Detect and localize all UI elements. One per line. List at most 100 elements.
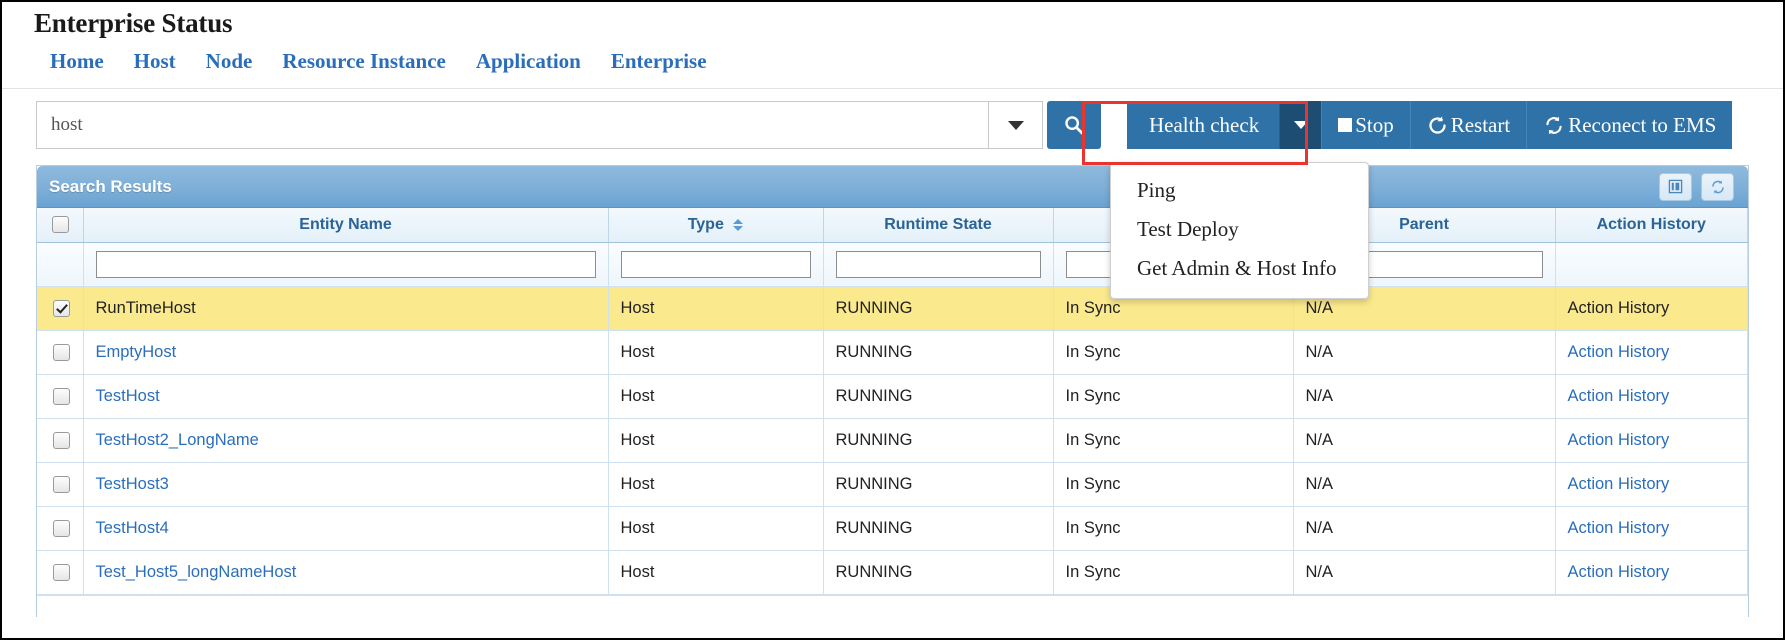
app-window: Enterprise Status Home Host Node Resourc…	[0, 0, 1785, 640]
action-history-text: Action History	[1567, 298, 1670, 317]
refresh-button[interactable]	[1701, 172, 1734, 201]
column-header-action-history[interactable]: Action History	[1555, 208, 1748, 243]
cell-type: Host	[608, 330, 824, 375]
cell-type: Host	[608, 550, 824, 595]
row-select-checkbox[interactable]	[53, 387, 70, 405]
row-checkbox-cell	[37, 286, 84, 331]
cell-entity-name: Test_Host5_longNameHost	[83, 550, 609, 595]
search-results-title: Search Results	[49, 176, 172, 196]
row-select-checkbox[interactable]	[53, 563, 70, 581]
nav-item-application[interactable]: Application	[476, 49, 611, 74]
search-icon	[1065, 116, 1084, 135]
dropdown-item-ping[interactable]: Ping	[1111, 171, 1368, 210]
dropdown-item-get-admin-host-info[interactable]: Get Admin & Host Info	[1111, 249, 1368, 288]
panel-tool-buttons	[1659, 172, 1734, 201]
caret-down-icon	[1293, 121, 1308, 129]
cell-parent: N/A	[1293, 462, 1556, 507]
stop-button[interactable]: Stop	[1321, 101, 1410, 149]
row-select-checkbox[interactable]	[53, 343, 70, 361]
cell-sync-state: In Sync	[1053, 506, 1294, 551]
cell-type: Host	[608, 418, 824, 463]
table-row[interactable]: TestHost4 Host RUNNING In Sync N/A Action His…	[37, 506, 1748, 551]
column-header-type[interactable]: Type	[608, 208, 824, 243]
filter-cell-checkbox	[37, 242, 84, 287]
row-select-checkbox[interactable]	[53, 431, 70, 449]
action-history-link[interactable]: Action History	[1568, 475, 1670, 493]
stop-square-icon	[1338, 118, 1353, 132]
cell-parent: N/A	[1293, 506, 1556, 551]
cell-type: Host	[608, 506, 824, 551]
cell-sync-state: In Sync	[1053, 462, 1294, 507]
nav-item-enterprise[interactable]: Enterprise	[611, 49, 737, 74]
nav-item-resource-instance[interactable]: Resource Instance	[282, 49, 476, 74]
cell-action-history: Action History	[1555, 286, 1748, 331]
cell-sync-state: In Sync	[1053, 550, 1294, 595]
reconnect-to-ems-button[interactable]: Reconect to EMS	[1526, 101, 1733, 149]
cell-parent: N/A	[1293, 550, 1556, 595]
column-header-entity-name[interactable]: Entity Name	[83, 208, 609, 243]
cell-entity-name: TestHost2_LongName	[83, 418, 609, 463]
nav-item-host[interactable]: Host	[134, 49, 206, 74]
table-row[interactable]: RunTimeHost Host RUNNING In Sync N/A Action H…	[37, 286, 1748, 331]
search-button[interactable]	[1047, 101, 1101, 149]
action-history-link[interactable]: Action History	[1568, 387, 1670, 405]
column-header-runtime-state[interactable]: Runtime State	[823, 208, 1054, 243]
search-results-header: Search Results	[37, 166, 1748, 208]
cell-action-history: Action History	[1555, 506, 1748, 551]
chevron-down-icon	[1007, 120, 1024, 130]
cell-runtime-state: RUNNING	[823, 506, 1054, 551]
entity-name-text: RunTimeHost	[95, 298, 196, 317]
cell-runtime-state: RUNNING	[823, 418, 1054, 463]
entity-name-link[interactable]: EmptyHost	[96, 343, 177, 361]
table-row[interactable]: TestHost Host RUNNING In Sync N/A Action Hist…	[37, 374, 1748, 419]
nav-item-node[interactable]: Node	[206, 49, 283, 74]
health-check-dropdown-toggle[interactable]	[1279, 101, 1322, 149]
filter-cell-entity-name	[83, 242, 609, 287]
entity-name-link[interactable]: TestHost2_LongName	[96, 431, 259, 449]
restart-button[interactable]: Restart	[1409, 101, 1527, 149]
table-empty-filler	[37, 594, 1748, 638]
cell-type: Host	[608, 286, 824, 331]
row-select-checkbox[interactable]	[53, 475, 70, 493]
action-history-link[interactable]: Action History	[1568, 519, 1670, 537]
table-row[interactable]: TestHost2_LongName Host RUNNING In Sync N/A A…	[37, 418, 1748, 463]
action-history-link[interactable]: Action History	[1568, 431, 1670, 449]
cell-parent: N/A	[1293, 374, 1556, 419]
row-select-checkbox[interactable]	[53, 299, 70, 317]
filter-cell-action-history	[1555, 242, 1748, 287]
table-header-row: Entity Name Type Runtime State Sync Stat…	[37, 208, 1748, 243]
filter-cell-type	[608, 242, 824, 287]
row-checkbox-cell	[37, 550, 84, 595]
entity-name-link[interactable]: Test_Host5_longNameHost	[96, 563, 297, 581]
filter-input-entity-name[interactable]	[95, 250, 596, 278]
action-toolbar: Health check Stop Restart	[2, 89, 1783, 155]
search-scope-dropdown-button[interactable]	[988, 101, 1043, 149]
entities-table-body: RunTimeHost Host RUNNING In Sync N/A Action H…	[37, 286, 1748, 595]
entity-name-link[interactable]: TestHost4	[96, 519, 169, 537]
entity-name-link[interactable]: TestHost	[96, 387, 160, 405]
row-select-checkbox[interactable]	[53, 519, 70, 537]
sync-two-arrows-icon	[1546, 116, 1562, 134]
page-title: Enterprise Status	[34, 8, 233, 38]
table-row[interactable]: TestHost3 Host RUNNING In Sync N/A Action His…	[37, 462, 1748, 507]
search-input[interactable]	[36, 101, 988, 149]
health-check-button[interactable]: Health check	[1127, 101, 1280, 149]
columns-chooser-button[interactable]	[1659, 172, 1692, 201]
table-row[interactable]: EmptyHost Host RUNNING In Sync N/A Action His…	[37, 330, 1748, 375]
action-history-link[interactable]: Action History	[1568, 563, 1670, 581]
filter-input-type[interactable]	[620, 250, 811, 278]
action-history-link[interactable]: Action History	[1568, 343, 1670, 361]
dropdown-item-test-deploy[interactable]: Test Deploy	[1111, 210, 1368, 249]
health-check-dropdown-menu: Ping Test Deploy Get Admin & Host Info	[1110, 162, 1369, 299]
select-all-checkbox[interactable]	[51, 216, 69, 234]
cell-action-history: Action History	[1555, 374, 1748, 419]
filter-input-runtime-state[interactable]	[835, 250, 1041, 278]
cell-runtime-state: RUNNING	[823, 374, 1054, 419]
row-checkbox-cell	[37, 330, 84, 375]
table-row[interactable]: Test_Host5_longNameHost Host RUNNING In Syn…	[37, 550, 1748, 595]
cell-parent: N/A	[1293, 330, 1556, 375]
nav-item-home[interactable]: Home	[46, 49, 134, 74]
entity-name-link[interactable]: TestHost3	[96, 475, 169, 493]
restart-circular-arrow-icon	[1429, 115, 1446, 134]
cell-type: Host	[608, 462, 824, 507]
